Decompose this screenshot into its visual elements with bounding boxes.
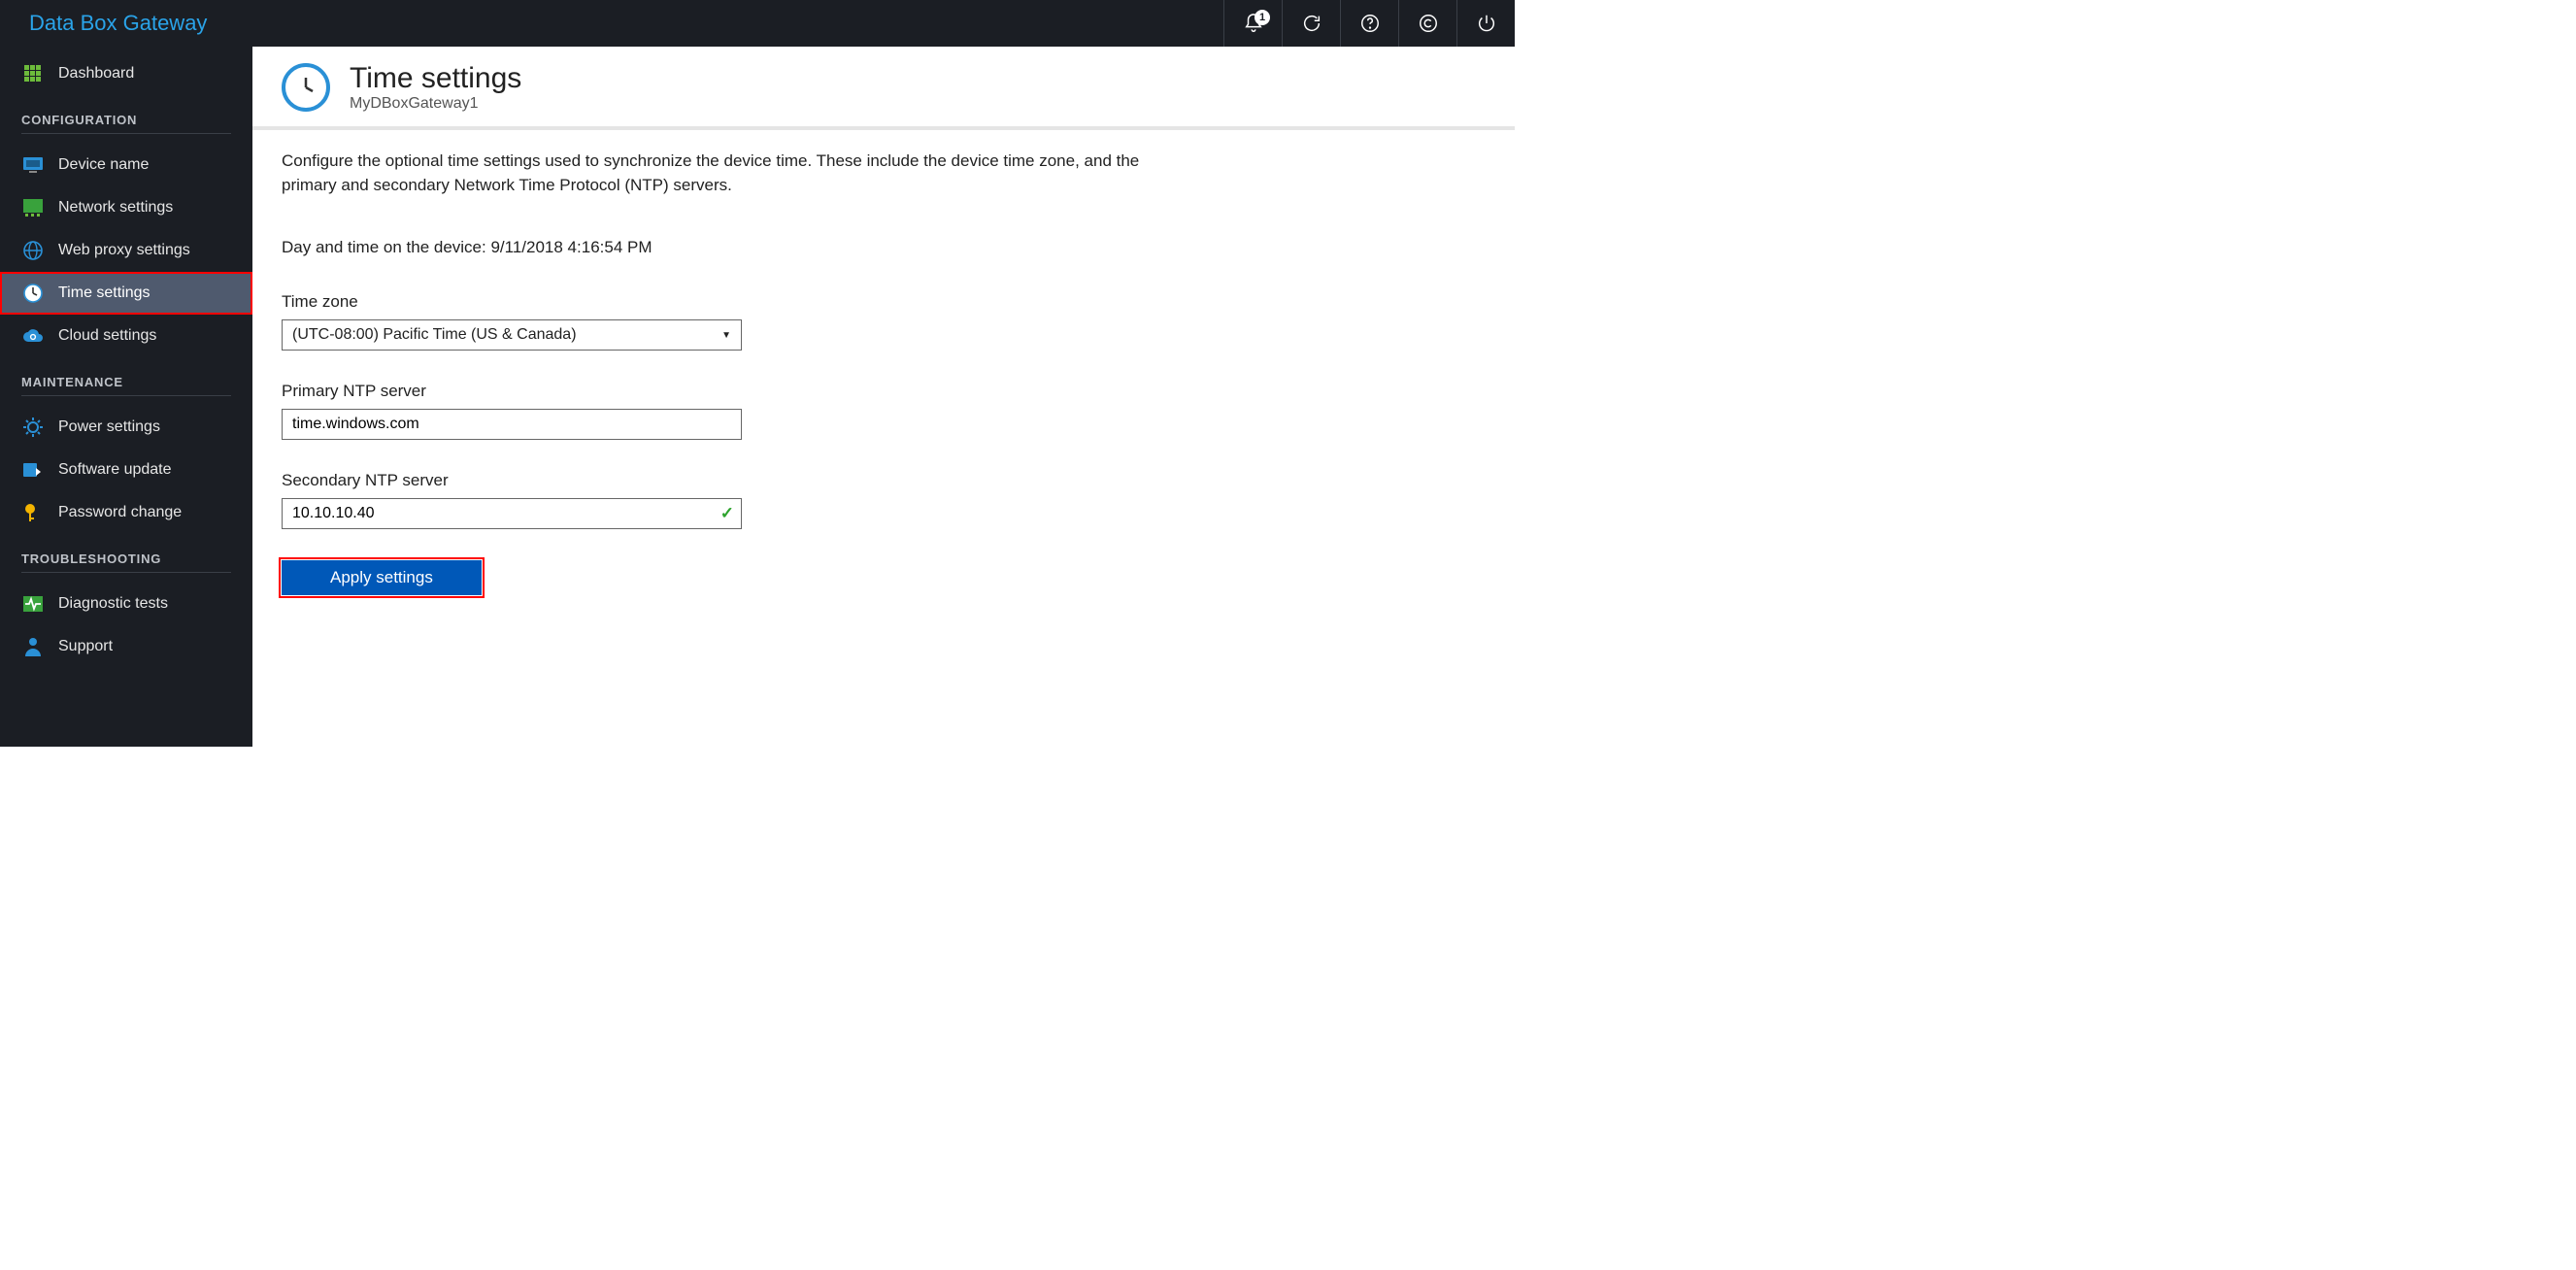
sidebar-item-diagnostic-tests[interactable]: Diagnostic tests [0, 583, 252, 625]
page-body: Configure the optional time settings use… [252, 130, 1223, 615]
sidebar-section-configuration: CONFIGURATION [0, 95, 252, 133]
timezone-select[interactable]: (UTC-08:00) Pacific Time (US & Canada) ▼ [282, 319, 742, 351]
power-button[interactable] [1456, 0, 1515, 47]
clock-icon [21, 282, 45, 305]
sidebar-item-cloud-settings[interactable]: Cloud settings [0, 315, 252, 357]
sidebar-item-label: Web proxy settings [58, 242, 190, 259]
sidebar-item-label: Diagnostic tests [58, 595, 168, 613]
app-title: Data Box Gateway [29, 11, 207, 36]
grid-icon [21, 62, 45, 85]
top-bar: Data Box Gateway 1 [0, 0, 1515, 47]
copyright-button[interactable] [1398, 0, 1456, 47]
sidebar-item-label: Password change [58, 504, 182, 521]
divider [21, 395, 231, 396]
update-icon [21, 458, 45, 482]
globe-icon [21, 239, 45, 262]
timezone-group: Time zone (UTC-08:00) Pacific Time (US &… [282, 292, 1194, 351]
sidebar-item-label: Dashboard [58, 65, 134, 83]
divider [21, 572, 231, 573]
primary-ntp-input[interactable] [282, 409, 742, 440]
sidebar-item-dashboard[interactable]: Dashboard [0, 52, 252, 95]
help-icon [1359, 13, 1381, 34]
refresh-button[interactable] [1282, 0, 1340, 47]
network-icon [21, 196, 45, 219]
sidebar-item-label: Device name [58, 156, 149, 174]
apply-settings-button[interactable]: Apply settings [282, 560, 482, 595]
sidebar-item-time-settings[interactable]: Time settings [0, 272, 252, 315]
device-time-row: Day and time on the device: 9/11/2018 4:… [282, 238, 1194, 257]
sidebar-item-software-update[interactable]: Software update [0, 449, 252, 491]
sidebar-item-network-settings[interactable]: Network settings [0, 186, 252, 229]
sidebar-item-label: Software update [58, 461, 172, 479]
sidebar-item-label: Time settings [58, 284, 151, 302]
sidebar-item-power-settings[interactable]: Power settings [0, 406, 252, 449]
sidebar-item-label: Support [58, 638, 113, 655]
sidebar-item-label: Cloud settings [58, 327, 156, 345]
pulse-icon [21, 592, 45, 616]
chevron-down-icon: ▼ [721, 330, 731, 341]
sidebar: Dashboard CONFIGURATION Device name Netw… [0, 47, 252, 747]
cloud-gear-icon [21, 324, 45, 348]
primary-ntp-label: Primary NTP server [282, 382, 1194, 401]
page-description: Configure the optional time settings use… [282, 150, 1194, 197]
check-icon: ✓ [720, 504, 734, 523]
device-time-label: Day and time on the device: [282, 238, 490, 256]
timezone-value: (UTC-08:00) Pacific Time (US & Canada) [292, 326, 577, 344]
gear-icon [21, 416, 45, 439]
refresh-icon [1301, 13, 1322, 34]
secondary-ntp-input[interactable] [282, 498, 742, 529]
help-button[interactable] [1340, 0, 1398, 47]
page-header: Time settings MyDBoxGateway1 [252, 47, 1515, 130]
timezone-label: Time zone [282, 292, 1194, 312]
power-icon [1476, 13, 1497, 34]
sidebar-item-web-proxy[interactable]: Web proxy settings [0, 229, 252, 272]
sidebar-item-label: Power settings [58, 418, 160, 436]
page-subtitle: MyDBoxGateway1 [350, 95, 521, 113]
page-title: Time settings [350, 62, 521, 95]
secondary-ntp-group: Secondary NTP server ✓ [282, 471, 1194, 529]
notifications-button[interactable]: 1 [1223, 0, 1282, 47]
sidebar-item-label: Network settings [58, 199, 173, 217]
copyright-icon [1418, 13, 1439, 34]
notification-badge: 1 [1255, 10, 1270, 25]
clock-icon [282, 63, 330, 112]
sidebar-item-password-change[interactable]: Password change [0, 491, 252, 534]
person-icon [21, 635, 45, 658]
sidebar-section-troubleshoot: TROUBLESHOOTING [0, 534, 252, 572]
sidebar-item-support[interactable]: Support [0, 625, 252, 668]
topbar-actions: 1 [1223, 0, 1515, 47]
secondary-ntp-label: Secondary NTP server [282, 471, 1194, 490]
device-time-value: 9/11/2018 4:16:54 PM [490, 238, 652, 256]
sidebar-section-maintenance: MAINTENANCE [0, 357, 252, 395]
main-content: Time settings MyDBoxGateway1 Configure t… [252, 47, 1515, 747]
key-icon [21, 501, 45, 524]
sidebar-item-device-name[interactable]: Device name [0, 144, 252, 186]
primary-ntp-group: Primary NTP server [282, 382, 1194, 440]
device-icon [21, 153, 45, 177]
divider [21, 133, 231, 134]
